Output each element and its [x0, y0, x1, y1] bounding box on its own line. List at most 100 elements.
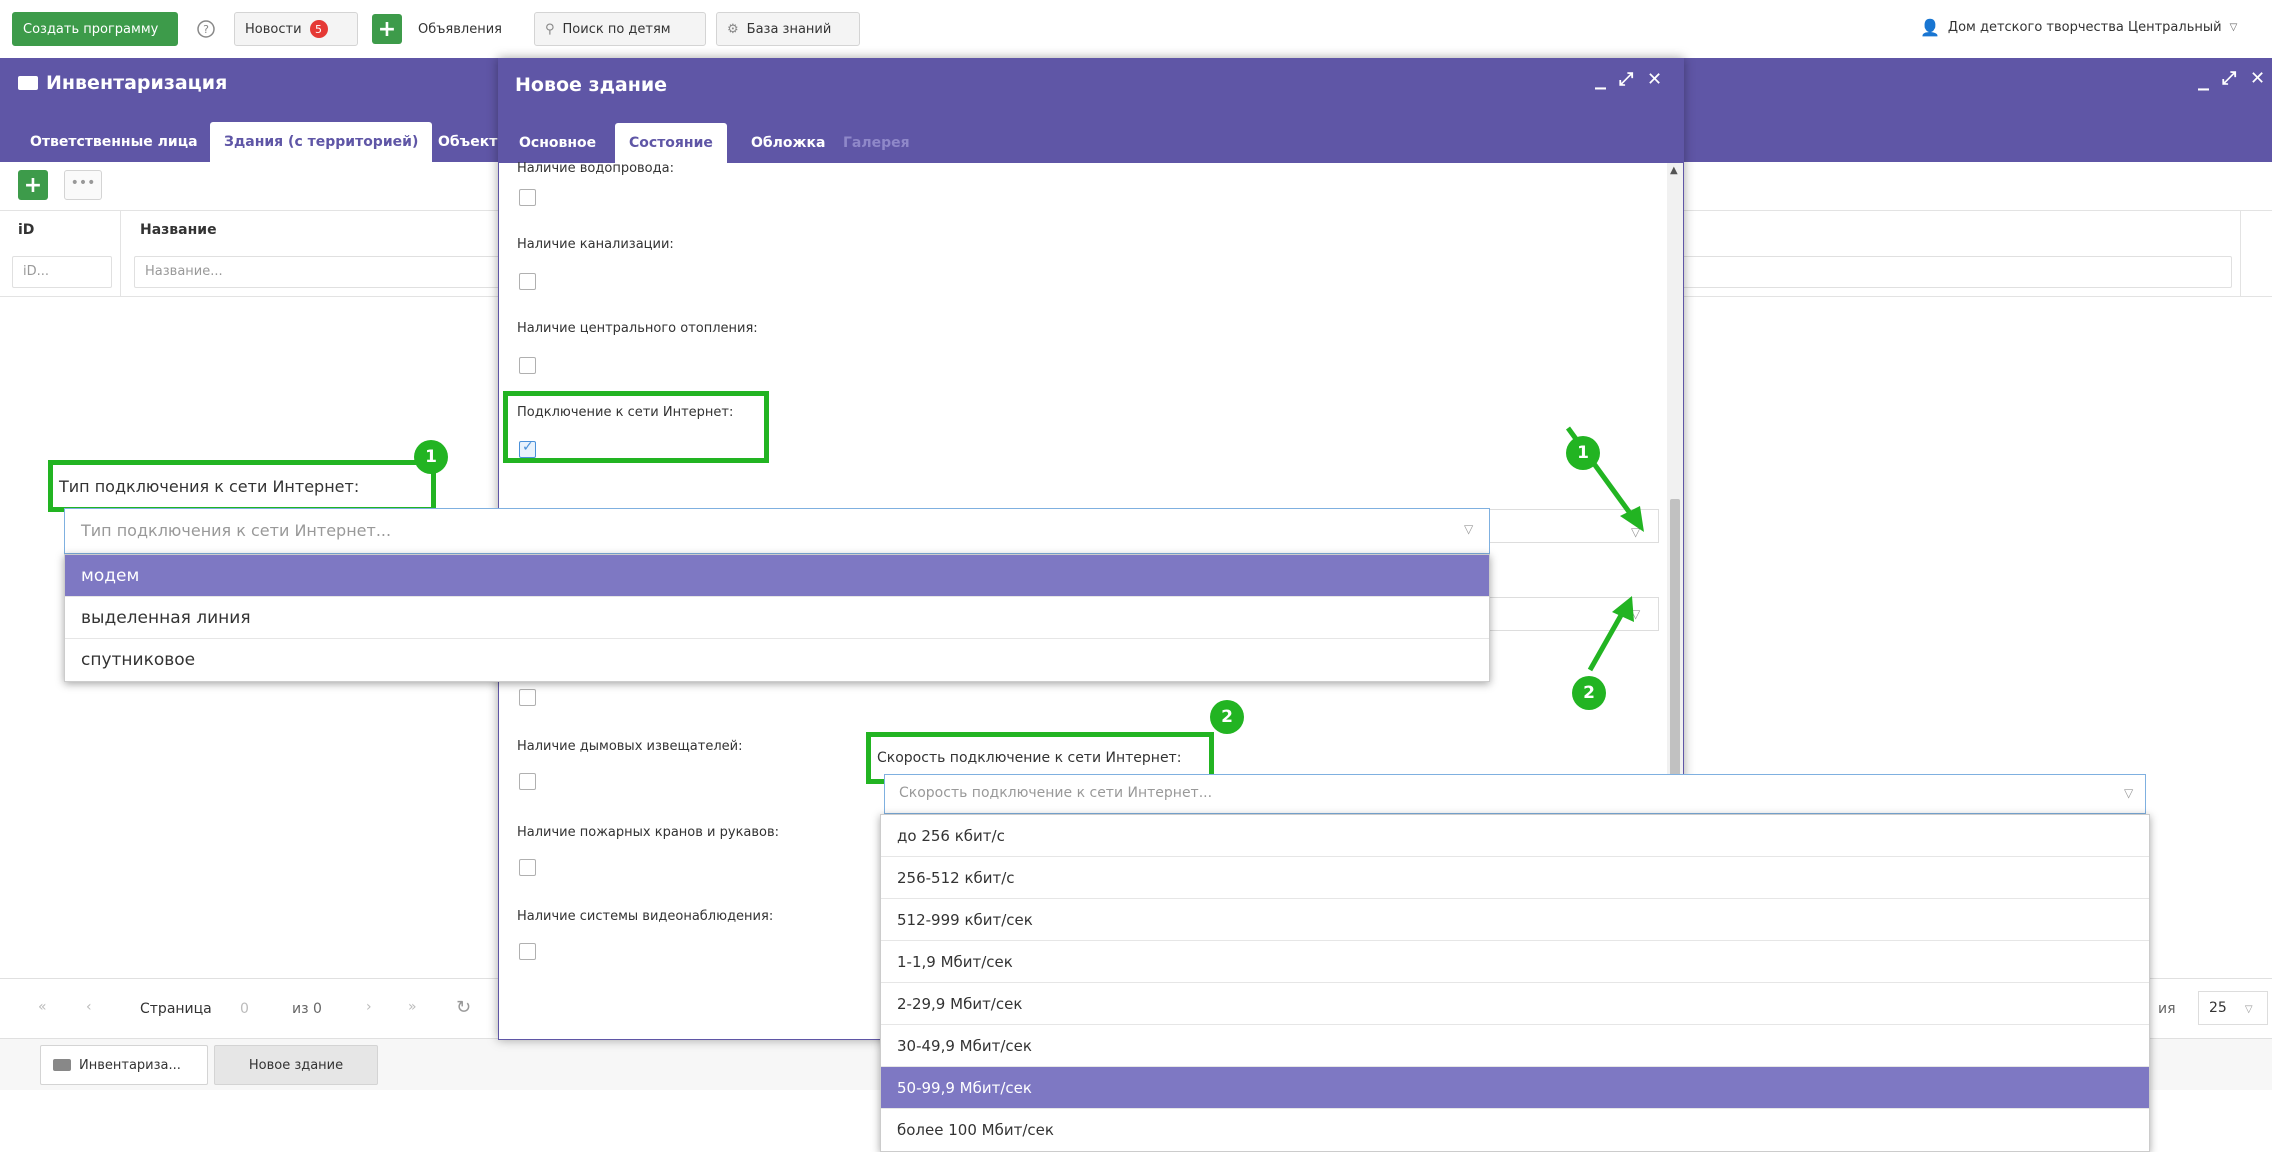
checkbox-cctv[interactable] [519, 943, 536, 960]
option-speed-7[interactable]: 50-99,9 Мбит/сек [881, 1067, 2149, 1109]
first-page-icon[interactable]: « [38, 999, 47, 1015]
window-icon [53, 1059, 71, 1071]
field-label-internet: Подключение к сети Интернет: [517, 405, 734, 420]
page-size-value: 25 [2209, 1000, 2227, 1016]
tab-label: Ответственные лица [30, 134, 198, 150]
tab-responsible[interactable]: Ответственные лица [16, 122, 212, 162]
tab-label: Объект [438, 134, 498, 150]
tab-label: Состояние [629, 135, 713, 151]
user-icon: 👤 [1920, 18, 1940, 37]
option-speed-6[interactable]: 30-49,9 Мбит/сек [881, 1025, 2149, 1067]
tab-label: Основное [519, 135, 597, 151]
checkbox-smoke[interactable] [519, 773, 536, 790]
person-icon: ⚲ [545, 21, 555, 37]
tab-label: Здания (с территорией) [224, 134, 419, 150]
refresh-icon[interactable]: ↻ [456, 997, 471, 1018]
option-dedicated-line[interactable]: выделенная линия [65, 597, 1489, 639]
dialog-scrollbar-thumb[interactable] [1670, 499, 1680, 799]
knowledge-base-button[interactable]: ⚙ База знаний [716, 12, 860, 46]
connection-type-options: модем выделенная линия спутниковое [64, 554, 1490, 682]
checkbox-fire[interactable] [519, 859, 536, 876]
taskbar-item-new-building[interactable]: Новое здание [214, 1045, 378, 1085]
close-icon[interactable]: ✕ [1647, 69, 1662, 90]
next-page-icon[interactable]: › [366, 999, 372, 1015]
checkbox-internet[interactable] [519, 439, 536, 458]
chevron-down-icon[interactable]: ▽ [1464, 522, 1473, 536]
last-page-icon[interactable]: » [408, 999, 417, 1015]
connection-type-label: Тип подключения к сети Интернет: [48, 460, 436, 512]
dialog-header: Новое здание _ ⤢ ✕ [499, 59, 1683, 113]
taskbar-item-inventory[interactable]: Инвентариза... [40, 1045, 208, 1085]
maximize-icon[interactable]: ⤢ [1619, 69, 1633, 90]
checkbox-water[interactable] [519, 189, 536, 206]
tab-label: Обложка [751, 135, 826, 151]
announcements-button[interactable]: Объявления [408, 12, 522, 46]
close-icon[interactable]: ✕ [2250, 68, 2265, 89]
option-satellite[interactable]: спутниковое [65, 639, 1489, 681]
dialog-title: Новое здание [515, 74, 668, 96]
option-speed-5[interactable]: 2-29,9 Мбит/сек [881, 983, 2149, 1025]
child-search-button[interactable]: ⚲ Поиск по детям [534, 12, 706, 46]
column-header-id[interactable]: iD [18, 222, 34, 238]
chevron-down-icon: ▽ [2244, 1004, 2253, 1015]
help-icon[interactable]: ? [192, 12, 220, 46]
field-label-fire: Наличие пожарных кранов и рукавов: [517, 825, 780, 840]
announcements-label: Объявления [418, 21, 502, 37]
scroll-up-icon[interactable]: ▲ [1670, 165, 1678, 176]
prev-page-icon[interactable]: ‹ [86, 999, 92, 1015]
knowledge-base-label: База знаний [746, 21, 832, 37]
minimize-icon[interactable]: _ [2198, 66, 2209, 91]
checkbox-heating[interactable] [519, 357, 536, 374]
column-header-name[interactable]: Название [140, 222, 217, 238]
news-count-badge: 5 [309, 20, 328, 38]
news-label: Новости [245, 21, 302, 37]
add-row-icon[interactable]: + [18, 170, 48, 200]
connection-type-label-text: Тип подключения к сети Интернет: [59, 476, 360, 496]
window-icon [18, 76, 38, 90]
id-filter-input[interactable]: iD... [12, 256, 112, 288]
option-modem[interactable]: модем [65, 555, 1489, 597]
top-toolbar: Создать программу ? Новости 5 + Объявлени… [0, 0, 2272, 58]
tab-basic[interactable]: Основное [505, 123, 610, 163]
chevron-down-icon[interactable]: ▽ [2124, 786, 2133, 800]
page-size-select[interactable]: 25 ▽ [2198, 991, 2268, 1025]
option-speed-1[interactable]: до 256 кбит/с [881, 815, 2149, 857]
organization-label: Дом детского творчества Центральный [1947, 20, 2222, 35]
more-options-icon[interactable]: ••• [64, 170, 102, 200]
checkbox-unlabeled[interactable] [519, 689, 536, 706]
svg-text:?: ? [203, 23, 209, 36]
create-program-label: Создать программу [23, 21, 159, 37]
tab-state[interactable]: Состояние [615, 123, 727, 163]
page-input[interactable]: 0 [240, 1001, 249, 1017]
option-speed-8[interactable]: более 100 Мбит/сек [881, 1109, 2149, 1151]
option-speed-4[interactable]: 1-1,9 Мбит/сек [881, 941, 2149, 983]
taskbar-label: Новое здание [248, 1057, 344, 1073]
organization-selector[interactable]: 👤 Дом детского творчества Центральный ▽ [1920, 18, 2237, 37]
page-size-label: ия [2158, 1001, 2176, 1017]
add-announcement-icon[interactable]: + [372, 14, 402, 44]
tab-cover[interactable]: Обложка [737, 123, 839, 163]
taskbar-label: Инвентариза... [79, 1057, 181, 1073]
connection-speed-input[interactable]: Скорость подключение к сети Интернет... [884, 774, 2146, 814]
tab-buildings[interactable]: Здания (с территорией) [210, 122, 433, 162]
field-label-water: Наличие водопровода: [517, 161, 674, 176]
arrow-annotations [1565, 426, 1644, 672]
child-search-label: Поиск по детям [562, 21, 671, 37]
field-label-smoke: Наличие дымовых извещателей: [517, 739, 743, 754]
option-speed-2[interactable]: 256-512 кбит/с [881, 857, 2149, 899]
create-program-button[interactable]: Создать программу [12, 12, 178, 46]
tab-label: Галерея [843, 135, 910, 151]
option-speed-3[interactable]: 512-999 кбит/сек [881, 899, 2149, 941]
arrow-badge-2: 2 [1572, 676, 1606, 710]
minimize-icon[interactable]: _ [1595, 65, 1606, 90]
page-label: Страница [140, 1001, 212, 1017]
news-button[interactable]: Новости 5 [234, 12, 358, 46]
connection-type-input[interactable]: Тип подключения к сети Интернет... [64, 508, 1490, 554]
maximize-icon[interactable]: ⤢ [2222, 68, 2236, 89]
page-total: из 0 [292, 1001, 322, 1017]
callout-badge-1: 1 [414, 440, 448, 474]
connection-speed-options: до 256 кбит/с 256-512 кбит/с 512-999 кби… [880, 814, 2150, 1152]
checkbox-sewage[interactable] [519, 273, 536, 290]
gear-icon: ⚙ [727, 21, 739, 37]
dialog-tabs: Основное Состояние Обложка Галерея [499, 113, 1683, 163]
